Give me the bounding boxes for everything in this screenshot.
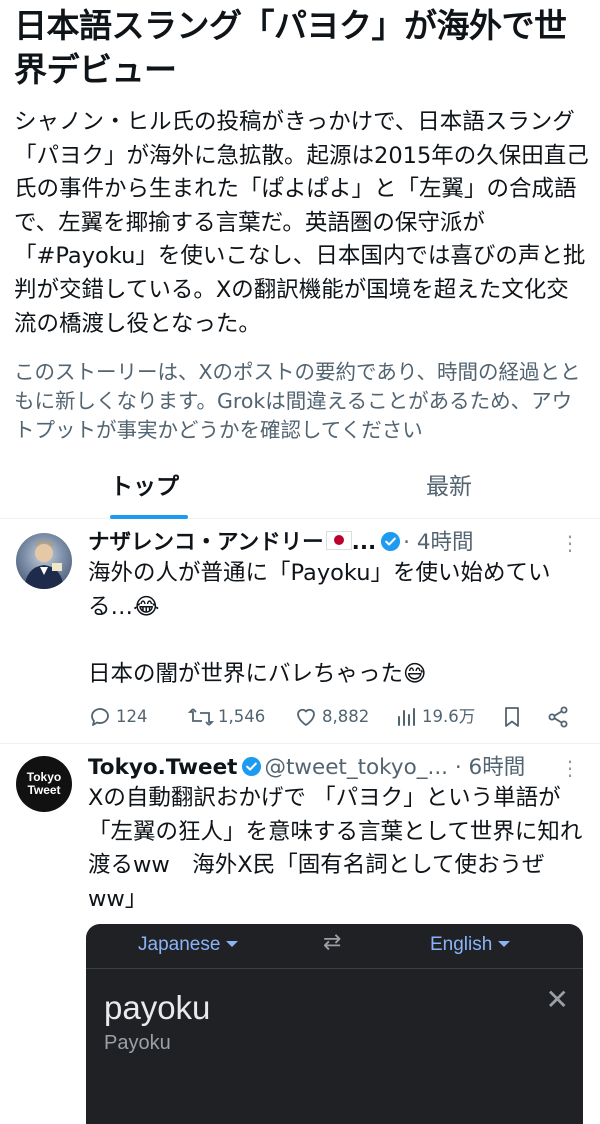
source-language: Japanese <box>138 934 221 955</box>
author-name[interactable]: Tokyo.Tweet <box>88 755 237 780</box>
translation-input-text: payoku <box>104 989 211 1026</box>
post-header: Tokyo.Tweet @tweet_tokyo_... · 6時間 <box>88 752 588 784</box>
language-bar: Japanese ⇄ English <box>86 924 583 969</box>
translation-screenshot[interactable]: Japanese ⇄ English payoku Payoku ✕ <box>86 924 583 1124</box>
tab-top[interactable]: トップ <box>110 470 179 504</box>
author-handle[interactable]: @tweet_tokyo_... <box>264 755 448 780</box>
share-icon <box>548 706 568 728</box>
post[interactable]: Tokyo Tweet Tokyo.Tweet @tweet_tokyo_... … <box>0 744 600 1124</box>
view-count: 19.6万 <box>422 707 476 726</box>
japan-flag-icon <box>325 531 352 550</box>
avatar[interactable] <box>16 533 72 589</box>
post[interactable]: ナザレンコ・アンドリー... · 4時間 ⋮ 海外の人が普通に「Payoku」を使… <box>0 519 600 744</box>
verified-badge-icon <box>381 531 401 552</box>
story-title: 日本語スラング「パヨク」が海外で世界デビュー <box>14 6 567 89</box>
target-language-selector: English <box>430 932 511 958</box>
post-text: Xの自動翻訳おかげで 「パヨク」という単語が「左翼の狂人」を意味する言葉として世… <box>88 785 583 912</box>
views-button[interactable]: 19.6万 <box>396 701 475 733</box>
translation-transliteration: Payoku <box>104 1032 171 1054</box>
story-disclaimer: このストーリーは、Xのポストの要約であり、時間の経過とともに新しくなります。Gr… <box>14 360 581 442</box>
bookmark-button[interactable] <box>501 701 527 733</box>
like-button[interactable]: 8,882 <box>294 701 369 733</box>
target-language: English <box>430 934 493 955</box>
feed-tabs: トップ 最新 <box>0 462 600 519</box>
more-options-icon[interactable]: ⋮ <box>560 752 580 784</box>
bookmark-icon <box>505 707 519 727</box>
reply-count: 124 <box>116 707 148 726</box>
author-name[interactable]: ナザレンコ・アンドリー <box>88 530 324 555</box>
post-time[interactable]: · 4時間 <box>403 530 473 555</box>
author-name-ellipsis: ... <box>351 530 377 555</box>
repost-button[interactable]: 1,546 <box>188 701 265 733</box>
share-button[interactable] <box>546 701 574 733</box>
reply-button[interactable]: 124 <box>88 701 148 733</box>
tab-latest[interactable]: 最新 <box>426 470 472 504</box>
story-summary: シャノン・ヒル氏の投稿がきっかけで、日本語スラング「パヨク」が海外に急拡散。起源… <box>14 109 589 337</box>
reply-icon <box>91 708 109 726</box>
post-header: ナザレンコ・アンドリー... · 4時間 <box>88 527 588 559</box>
swap-languages-icon: ⇄ <box>323 930 342 955</box>
source-language-selector: Japanese <box>138 932 239 958</box>
views-chart-icon <box>398 708 415 726</box>
dropdown-caret-icon <box>498 941 511 947</box>
repost-count: 1,546 <box>218 707 266 726</box>
close-icon: ✕ <box>545 983 569 1016</box>
verified-badge-icon <box>242 756 262 777</box>
avatar-photo <box>24 541 64 589</box>
post-time[interactable]: · 6時間 <box>455 755 525 780</box>
post-text: 海外の人が普通に「Payoku」を使い始めている…😂 日本の闇が世界にバレちゃっ… <box>88 560 551 687</box>
like-count: 8,882 <box>322 707 370 726</box>
repost-icon <box>188 708 214 726</box>
heart-icon <box>297 708 315 726</box>
more-options-icon[interactable]: ⋮ <box>560 527 580 559</box>
dropdown-caret-icon <box>226 941 239 947</box>
avatar-text-line2: Tweet <box>27 783 61 797</box>
avatar[interactable]: Tokyo Tweet <box>16 756 72 812</box>
post-actions: 124 1,546 8,882 19.6万 <box>88 701 578 733</box>
